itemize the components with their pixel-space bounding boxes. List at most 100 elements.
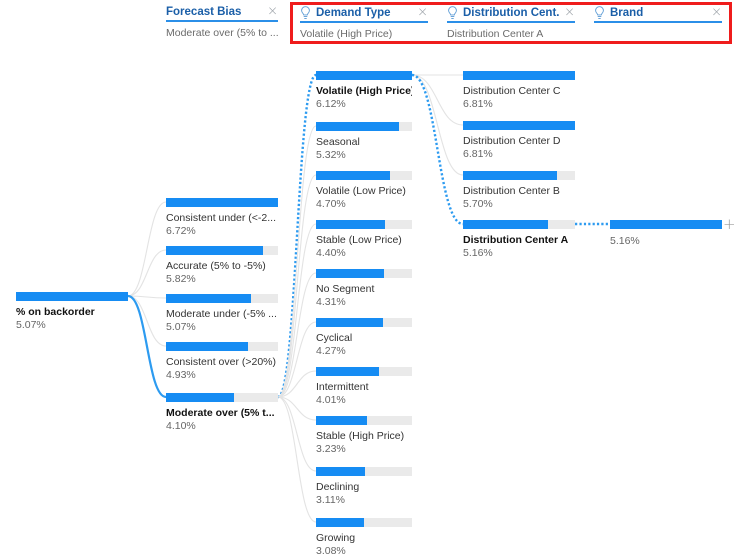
connector [127, 295, 167, 299]
connector [411, 74, 464, 176]
connector [277, 272, 317, 398]
node-label: Seasonal [316, 136, 360, 148]
root-node[interactable]: % on backorder 5.07% [16, 292, 128, 331]
level-subtitle-2: Volatile (High Price) [300, 28, 393, 40]
node-brand-1[interactable]: 5.16% [610, 220, 722, 247]
connector [411, 74, 464, 126]
node-demand-type-5[interactable]: No Segment 4.31% [316, 269, 412, 308]
connector [277, 396, 317, 472]
bar-track [316, 269, 412, 278]
connector [277, 370, 317, 398]
node-label: Distribution Center B [463, 185, 560, 197]
node-value: 3.23% [316, 443, 346, 455]
bar-track [610, 220, 722, 229]
bar-fill [316, 467, 365, 476]
node-demand-type-8[interactable]: Stable (High Price) 3.23% [316, 416, 412, 455]
node-label: Growing [316, 532, 356, 544]
level-header-2: Demand Type × Volatile (High Price) [300, 6, 428, 46]
node-forecast-bias-2[interactable]: Accurate (5% to -5%) 5.82% [166, 246, 278, 285]
bar-track [316, 220, 412, 229]
bar-track [166, 393, 278, 402]
bar-track [463, 220, 575, 229]
bar-track [316, 367, 412, 376]
node-demand-type-2[interactable]: Seasonal 5.32% [316, 122, 412, 161]
node-label: Intermittent [316, 381, 369, 393]
bar-track [316, 318, 412, 327]
close-icon[interactable]: × [564, 6, 575, 19]
node-label: Moderate over (5% t... [166, 407, 275, 419]
bar-fill [166, 246, 263, 255]
node-value: 6.81% [463, 98, 493, 110]
node-forecast-bias-3[interactable]: Moderate under (-5% ... 5.07% [166, 294, 278, 333]
level-header-title-row-2[interactable]: Demand Type × [300, 6, 428, 23]
node-demand-type-4[interactable]: Stable (Low Price) 4.40% [316, 220, 412, 259]
node-label: Moderate under (-5% ... [166, 308, 277, 320]
node-value: 6.81% [463, 148, 493, 160]
node-label: Consistent under (<-2... [166, 212, 277, 224]
bar-fill [316, 220, 386, 229]
bar-track [316, 518, 412, 527]
close-icon[interactable]: × [267, 5, 278, 18]
level-header-title-row-3[interactable]: Distribution Cent... × [447, 6, 575, 23]
node-value: 3.08% [316, 545, 346, 557]
close-icon[interactable]: × [711, 6, 722, 19]
node-value: 4.10% [166, 420, 196, 432]
bar-track [166, 198, 278, 207]
level-header-title-row-4[interactable]: Brand × [594, 6, 722, 23]
bar-track [316, 71, 412, 80]
node-distribution-center-3[interactable]: Distribution Center B 5.70% [463, 171, 575, 210]
node-value: 4.93% [166, 369, 196, 381]
bar-track [316, 467, 412, 476]
bar-track [463, 71, 575, 80]
node-distribution-center-2[interactable]: Distribution Center D 6.81% [463, 121, 575, 160]
connector [127, 294, 167, 399]
node-distribution-center-1[interactable]: Distribution Center C 6.81% [463, 71, 575, 110]
bar-track [16, 292, 128, 301]
lightbulb-icon [447, 6, 458, 19]
bar-fill [463, 121, 575, 130]
bar-fill [316, 416, 367, 425]
connector [277, 125, 317, 398]
node-label: Distribution Center C [463, 85, 561, 97]
node-forecast-bias-4[interactable]: Consistent over (>20%) 4.93% [166, 342, 278, 381]
lightbulb-icon [594, 6, 605, 19]
close-icon[interactable]: × [417, 6, 428, 19]
node-demand-type-1[interactable]: Volatile (High Price) 6.12% [316, 71, 412, 110]
bar-track [463, 171, 575, 180]
bar-fill [463, 71, 575, 80]
node-label: Distribution Center A [463, 234, 569, 246]
node-demand-type-3[interactable]: Volatile (Low Price) 4.70% [316, 171, 412, 210]
bar-fill [166, 342, 249, 351]
bar-fill [16, 292, 128, 301]
bar-fill [316, 71, 412, 80]
node-forecast-bias-1[interactable]: Consistent under (<-2... 6.72% [166, 198, 278, 237]
bar-fill [316, 269, 384, 278]
bar-fill [316, 122, 400, 131]
node-label: Volatile (High Price) [316, 85, 412, 97]
lightbulb-icon [300, 6, 311, 19]
bar-fill [166, 294, 251, 303]
bar-fill [166, 198, 278, 207]
connector [411, 73, 464, 226]
node-value: 5.07% [16, 319, 46, 331]
bar-track [316, 171, 412, 180]
node-distribution-center-4[interactable]: Distribution Center A 5.16% [463, 220, 575, 259]
level-subtitle-1: Moderate over (5% to ... [166, 27, 278, 39]
bar-fill [316, 318, 383, 327]
bar-fill [316, 518, 365, 527]
level-header-title-row-1[interactable]: Forecast Bias × [166, 5, 278, 22]
node-demand-type-6[interactable]: Cyclical 4.27% [316, 318, 412, 357]
level-subtitle-3: Distribution Center A [447, 28, 544, 40]
node-value: 5.32% [316, 149, 346, 161]
node-demand-type-7[interactable]: Intermittent 4.01% [316, 367, 412, 406]
bar-fill [610, 220, 722, 229]
node-forecast-bias-5[interactable]: Moderate over (5% t... 4.10% [166, 393, 278, 432]
connector [277, 321, 317, 398]
node-value: 4.27% [316, 345, 346, 357]
node-value: 4.70% [316, 198, 346, 210]
node-label: Stable (High Price) [316, 430, 405, 442]
bar-track [166, 246, 278, 255]
node-demand-type-9[interactable]: Declining 3.11% [316, 467, 412, 506]
node-demand-type-10[interactable]: Growing 3.08% [316, 518, 412, 557]
plus-icon[interactable]: + [723, 217, 736, 232]
